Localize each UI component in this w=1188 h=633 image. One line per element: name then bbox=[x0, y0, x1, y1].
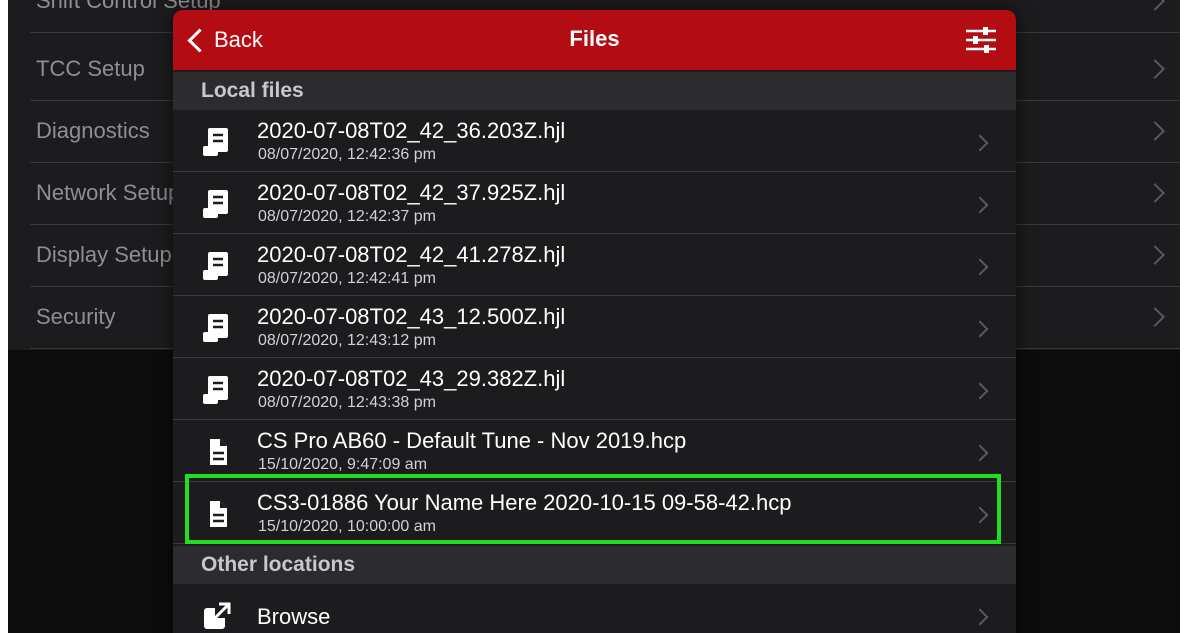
chevron-right-icon bbox=[971, 258, 989, 276]
sliders-icon bbox=[966, 27, 996, 53]
menu-item-label: Diagnostics bbox=[36, 118, 150, 143]
document-icon bbox=[210, 439, 227, 465]
files-modal: Back Files Local files 2020-07-08T02_42_… bbox=[173, 10, 1016, 633]
file-row[interactable]: 2020-07-08T02_43_12.500Z.hjl 08/07/2020,… bbox=[173, 296, 1016, 358]
section-header-local-files: Local files bbox=[173, 72, 1016, 110]
file-name: CS3-01886 Your Name Here 2020-10-15 09-5… bbox=[257, 490, 792, 515]
chevron-right-icon bbox=[1145, 183, 1165, 203]
chevron-right-icon bbox=[1145, 0, 1165, 11]
chevron-right-icon bbox=[1145, 59, 1165, 79]
chevron-right-icon bbox=[971, 382, 989, 400]
file-name: 2020-07-08T02_42_41.278Z.hjl bbox=[257, 242, 566, 267]
file-date: 08/07/2020, 12:42:41 pm bbox=[258, 270, 436, 287]
chevron-right-icon bbox=[971, 444, 989, 462]
file-name: 2020-07-08T02_43_29.382Z.hjl bbox=[257, 366, 566, 391]
log-file-icon bbox=[203, 252, 228, 280]
file-row[interactable]: 2020-07-08T02_42_36.203Z.hjl 08/07/2020,… bbox=[173, 110, 1016, 172]
file-row-selected[interactable]: CS3-01886 Your Name Here 2020-10-15 09-5… bbox=[173, 482, 1016, 544]
chevron-right-icon bbox=[971, 134, 989, 152]
menu-item-label: TCC Setup bbox=[36, 56, 145, 81]
chevron-right-icon bbox=[971, 320, 989, 338]
menu-item-label: Network Setup bbox=[36, 180, 181, 205]
browse-row[interactable]: Browse bbox=[173, 584, 1016, 633]
document-icon bbox=[210, 501, 227, 527]
file-name: 2020-07-08T02_42_36.203Z.hjl bbox=[257, 118, 566, 143]
browse-label: Browse bbox=[257, 604, 331, 629]
chevron-right-icon bbox=[1145, 245, 1165, 265]
chevron-right-icon bbox=[971, 608, 989, 626]
file-date: 08/07/2020, 12:43:38 pm bbox=[258, 394, 436, 411]
section-header-other-locations: Other locations bbox=[173, 546, 1016, 584]
file-name: CS Pro AB60 - Default Tune - Nov 2019.hc… bbox=[257, 428, 687, 453]
log-file-icon bbox=[203, 128, 228, 156]
chevron-right-icon bbox=[1145, 307, 1165, 327]
file-row[interactable]: 2020-07-08T02_42_37.925Z.hjl 08/07/2020,… bbox=[173, 172, 1016, 234]
app-screen: Shift Control Setup TCC Setup Diagnostic… bbox=[8, 0, 1180, 633]
file-name: 2020-07-08T02_43_12.500Z.hjl bbox=[257, 304, 566, 329]
menu-item-label: Security bbox=[36, 304, 116, 329]
chevron-right-icon bbox=[1145, 121, 1165, 141]
log-file-icon bbox=[203, 376, 228, 404]
navbar: Back Files bbox=[173, 10, 1016, 70]
file-date: 08/07/2020, 12:42:36 pm bbox=[258, 146, 436, 163]
file-date: 08/07/2020, 12:42:37 pm bbox=[258, 208, 436, 225]
file-row[interactable]: 2020-07-08T02_43_29.382Z.hjl 08/07/2020,… bbox=[173, 358, 1016, 420]
filter-settings-button[interactable] bbox=[964, 26, 998, 54]
file-name: 2020-07-08T02_42_37.925Z.hjl bbox=[257, 180, 566, 205]
chevron-right-icon bbox=[971, 506, 989, 524]
file-date: 15/10/2020, 10:00:00 am bbox=[258, 518, 436, 535]
file-date: 15/10/2020, 9:47:09 am bbox=[258, 456, 428, 473]
log-file-icon bbox=[203, 314, 228, 342]
log-file-icon bbox=[203, 190, 228, 218]
chevron-right-icon bbox=[971, 196, 989, 214]
external-link-icon bbox=[204, 602, 231, 629]
menu-item-label: Display Setup bbox=[36, 242, 172, 267]
file-row[interactable]: CS Pro AB60 - Default Tune - Nov 2019.hc… bbox=[173, 420, 1016, 482]
page-title: Files bbox=[569, 26, 620, 51]
file-date: 08/07/2020, 12:43:12 pm bbox=[258, 332, 436, 349]
file-row[interactable]: 2020-07-08T02_42_41.278Z.hjl 08/07/2020,… bbox=[173, 234, 1016, 296]
